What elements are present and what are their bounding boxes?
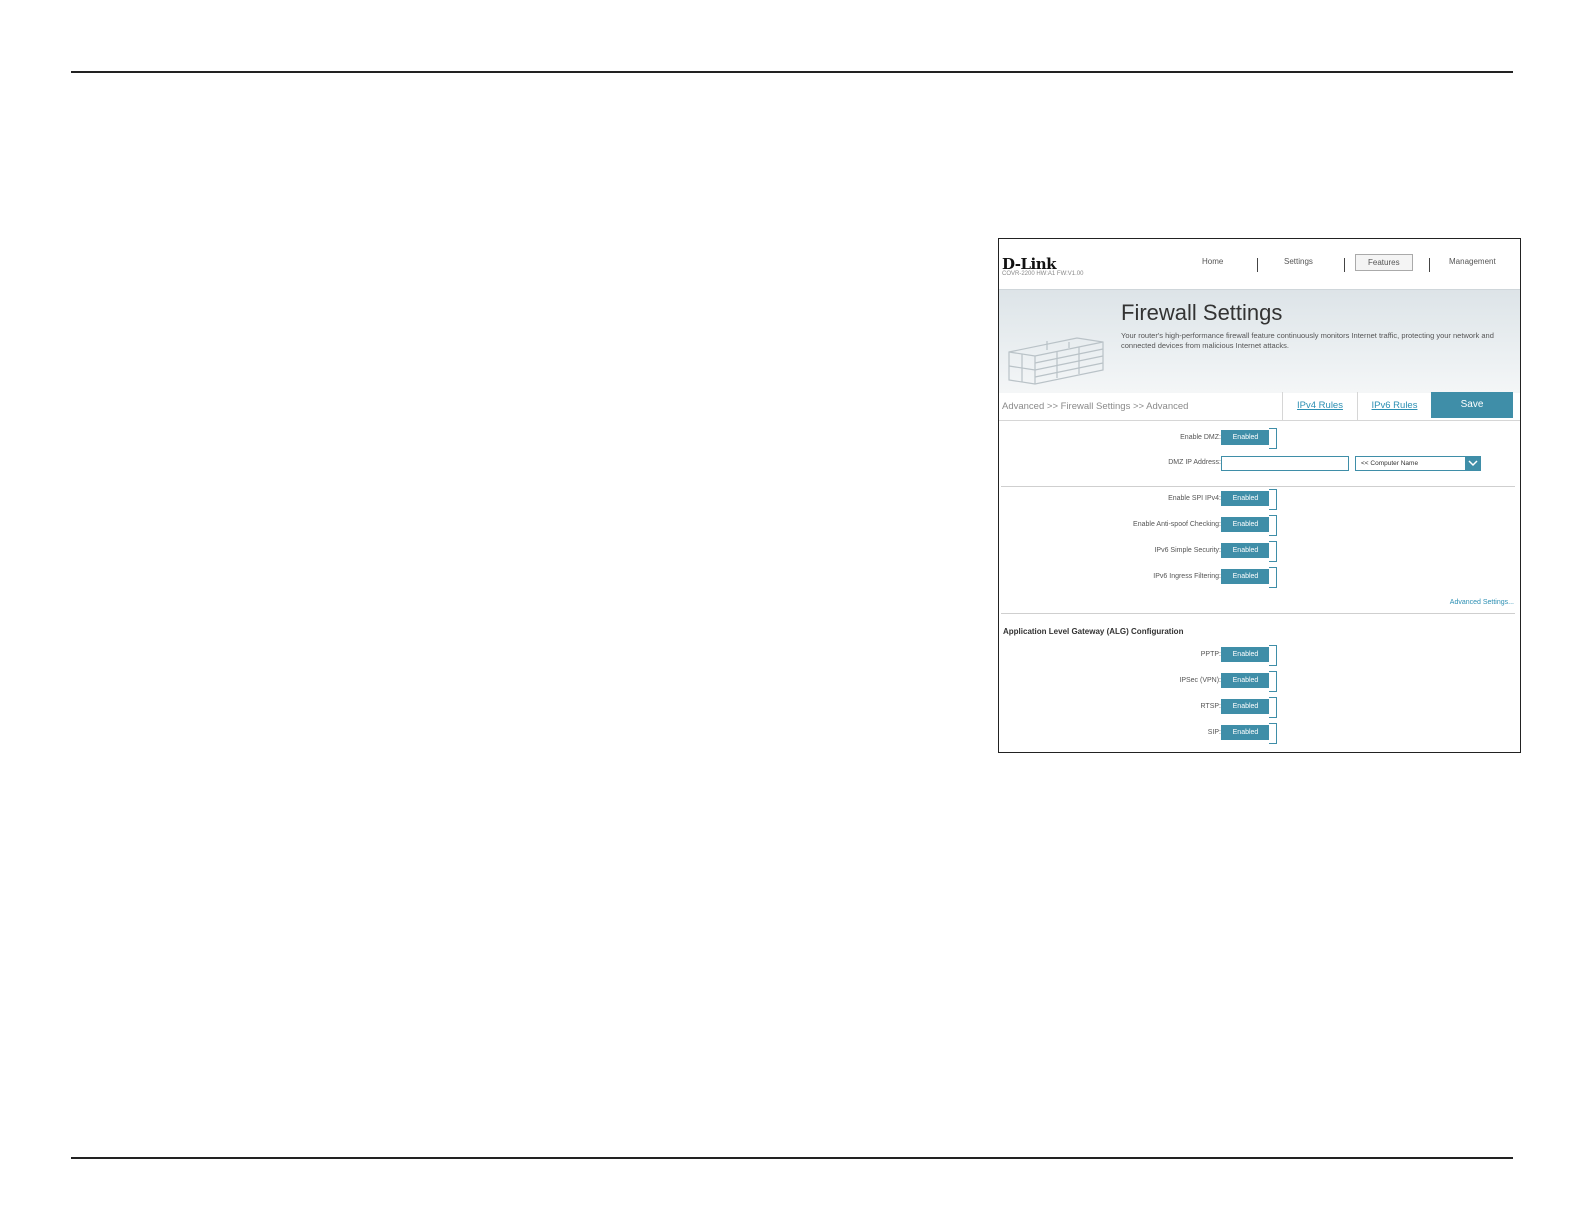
toggle-state: Enabled — [1221, 543, 1270, 558]
dmz-ip-input[interactable] — [1221, 456, 1349, 471]
nav-home[interactable]: Home — [1202, 257, 1223, 266]
action-bar: Advanced >> Firewall Settings >> Advance… — [999, 392, 1520, 421]
ipsec-vpn-label: IPSec (VPN): — [1179, 677, 1221, 684]
router-header: D-Link COVR-2200 HW:A1 FW:V1.00 Home Set… — [999, 239, 1520, 289]
nav-separator — [1257, 258, 1258, 272]
toggle-knob — [1269, 515, 1277, 536]
sip-label: SIP: — [1207, 729, 1221, 736]
advanced-settings-link[interactable]: Advanced Settings... — [1450, 599, 1514, 606]
toggle-knob — [1269, 567, 1277, 588]
page-description: Your router's high-performance firewall … — [1121, 331, 1494, 350]
pptp-toggle[interactable]: Enabled — [1221, 645, 1279, 666]
ipv6-simple-security-label: IPv6 Simple Security: — [1154, 547, 1221, 554]
select-value: << Computer Name — [1361, 460, 1419, 467]
enable-dmz-label: Enable DMZ: — [1180, 434, 1221, 441]
toggle-knob — [1269, 671, 1277, 692]
page-banner: Firewall Settings Your router's high-per… — [999, 289, 1520, 393]
toggle-state: Enabled — [1221, 491, 1270, 506]
section-divider — [1001, 613, 1515, 614]
ipv6-ingress-filtering-toggle[interactable]: Enabled — [1221, 567, 1279, 588]
section-divider — [1001, 486, 1515, 487]
toggle-state: Enabled — [1221, 517, 1270, 532]
dmz-ip-label: DMZ IP Address: — [1168, 459, 1221, 466]
nav-separator — [1344, 258, 1345, 272]
sip-toggle[interactable]: Enabled — [1221, 723, 1279, 744]
ipv6-simple-security-toggle[interactable]: Enabled — [1221, 541, 1279, 562]
bottom-rule — [71, 1157, 1513, 1159]
toggle-knob — [1269, 723, 1277, 744]
toggle-knob — [1269, 645, 1277, 666]
breadcrumb: Advanced >> Firewall Settings >> Advance… — [1002, 401, 1189, 412]
page-title: Firewall Settings — [1121, 300, 1283, 325]
rtsp-toggle[interactable]: Enabled — [1221, 697, 1279, 718]
pptp-label: PPTP: — [1200, 651, 1221, 658]
toggle-state: Enabled — [1221, 647, 1270, 662]
brick-wall-icon — [1008, 337, 1104, 385]
spi-ipv4-toggle[interactable]: Enabled — [1221, 489, 1279, 510]
spi-ipv4-label: Enable SPI IPv4: — [1168, 495, 1221, 502]
model-info: COVR-2200 HW:A1 FW:V1.00 — [1002, 271, 1084, 277]
anti-spoof-label: Enable Anti-spoof Checking: — [1133, 521, 1221, 528]
toggle-state: Enabled — [1221, 699, 1270, 714]
router-screenshot: D-Link COVR-2200 HW:A1 FW:V1.00 Home Set… — [998, 238, 1521, 753]
toggle-knob — [1269, 541, 1277, 562]
anti-spoof-toggle[interactable]: Enabled — [1221, 515, 1279, 536]
toggle-state: Enabled — [1221, 673, 1270, 688]
computer-name-select[interactable]: << Computer Name — [1355, 456, 1481, 471]
nav-settings[interactable]: Settings — [1284, 257, 1313, 266]
ipv6-rules-link[interactable]: IPv6 Rules — [1357, 392, 1431, 420]
toggle-state: Enabled — [1221, 725, 1270, 740]
toggle-knob — [1269, 489, 1277, 510]
rtsp-label: RTSP: — [1200, 703, 1222, 710]
ipv6-ingress-filtering-label: IPv6 Ingress Filtering: — [1153, 573, 1221, 580]
nav-management[interactable]: Management — [1449, 257, 1496, 266]
toggle-state: Enabled — [1221, 430, 1270, 445]
toggle-knob — [1269, 697, 1277, 718]
enable-dmz-toggle[interactable]: Enabled — [1221, 428, 1279, 449]
toggle-knob — [1269, 428, 1277, 449]
ipv4-rules-link[interactable]: IPv4 Rules — [1282, 392, 1357, 420]
save-button[interactable]: Save — [1431, 392, 1513, 418]
toggle-state: Enabled — [1221, 569, 1270, 584]
alg-section-title: Application Level Gateway (ALG) Configur… — [1003, 627, 1184, 636]
nav-separator — [1429, 258, 1430, 272]
ipsec-vpn-toggle[interactable]: Enabled — [1221, 671, 1279, 692]
top-rule — [71, 71, 1513, 73]
nav-features[interactable]: Features — [1355, 254, 1413, 271]
chevron-down-icon[interactable] — [1465, 456, 1481, 471]
